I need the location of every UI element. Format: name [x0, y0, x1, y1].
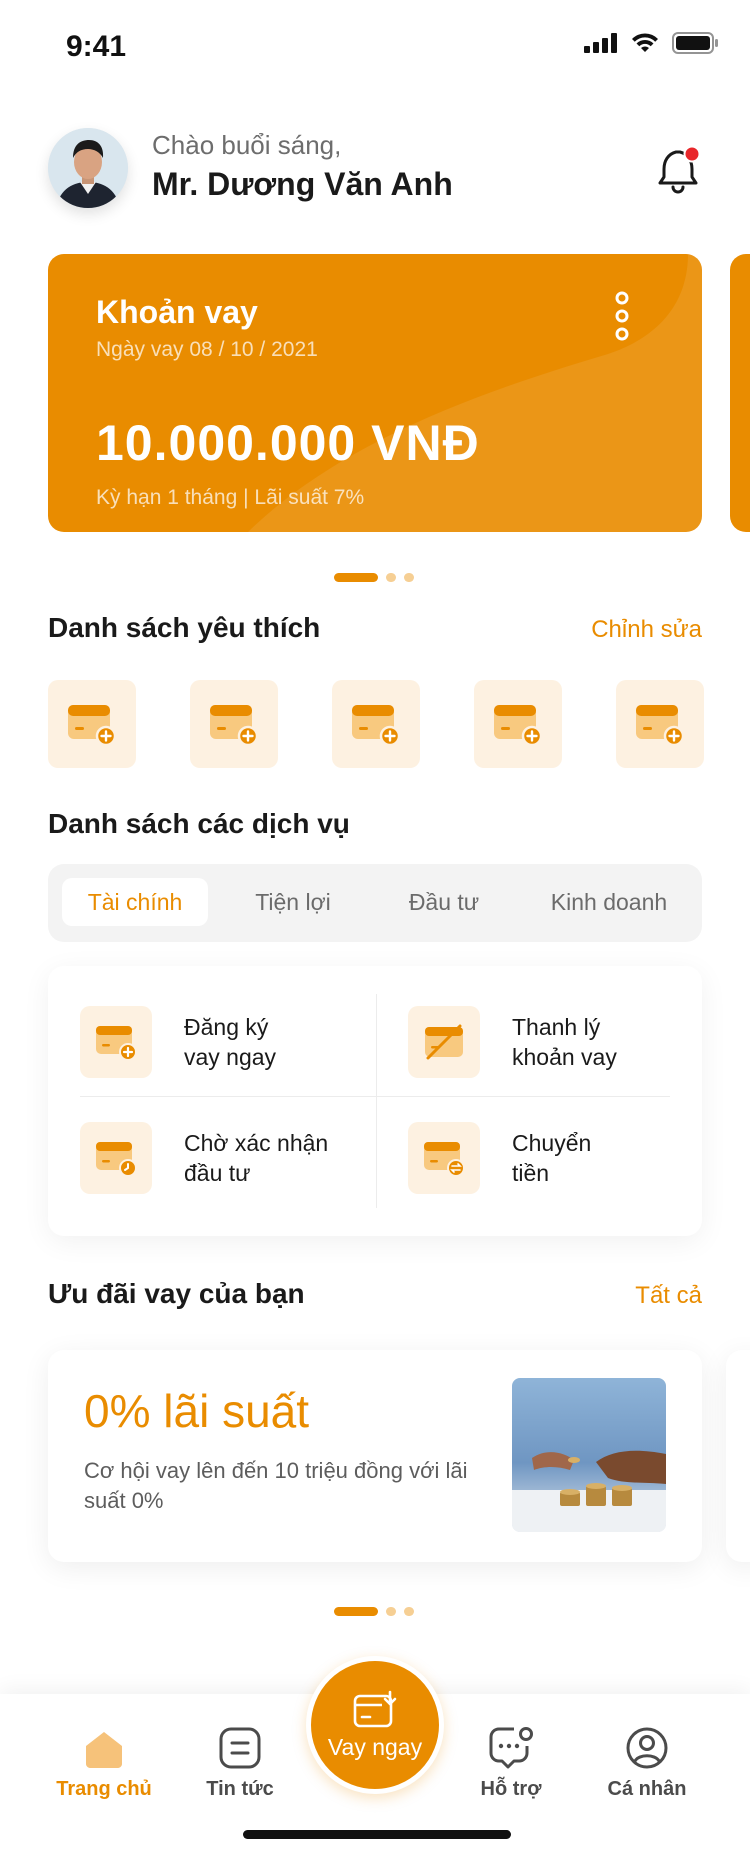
bell-icon — [658, 145, 701, 194]
card-add-icon — [352, 705, 401, 747]
chat-support-icon — [489, 1727, 533, 1769]
service-label-line: Chờ xác nhận — [184, 1130, 329, 1156]
nav-profile[interactable]: Cá nhân — [587, 1726, 707, 1801]
service-label-line: đầu tư — [184, 1160, 251, 1186]
favorite-slot-4[interactable] — [474, 680, 562, 768]
service-icon-tile — [80, 1006, 152, 1078]
borrow-now-label: Vay ngay — [327, 1733, 423, 1760]
tab-business[interactable]: Kinh doanh — [526, 878, 692, 926]
loan-card-download-icon — [353, 1690, 397, 1727]
service-label-line: Chuyển — [512, 1130, 592, 1156]
favorite-slot-3[interactable] — [332, 680, 420, 768]
nav-home[interactable]: Trang chủ — [44, 1726, 164, 1801]
card-slash-icon — [425, 1024, 463, 1060]
carousel-dot — [404, 573, 414, 582]
nav-news-label: Tin tức — [206, 1778, 274, 1800]
nav-profile-label: Cá nhân — [607, 1778, 687, 1800]
service-label: Đăng ký vay ngay — [184, 1012, 276, 1072]
home-indicator[interactable] — [243, 1830, 511, 1839]
card-transfer-icon — [424, 1142, 465, 1177]
carousel-dot — [386, 1607, 396, 1616]
loan-card-title: Khoản vay — [96, 294, 258, 330]
loan-terms: Kỳ hạn 1 tháng | Lãi suất 7% — [96, 486, 365, 509]
service-register-loan[interactable]: Đăng ký vay ngay — [80, 994, 370, 1090]
nav-support-label: Hỗ trợ — [480, 1778, 542, 1800]
services-title: Danh sách các dịch vụ — [48, 808, 350, 839]
service-settle-loan[interactable]: Thanh lý khoản vay — [408, 994, 698, 1090]
next-promo-card-peek[interactable] — [726, 1350, 750, 1562]
favorite-slot-5[interactable] — [616, 680, 704, 768]
greeting-text: Chào buổi sáng, — [152, 130, 342, 160]
coins-photo-image — [512, 1378, 666, 1532]
card-add-icon — [494, 705, 543, 747]
service-label-line: tiền — [512, 1160, 550, 1186]
more-vertical-icon — [615, 291, 629, 341]
service-label: Chuyển tiền — [512, 1128, 591, 1188]
nav-support[interactable]: Hỗ trợ — [451, 1726, 571, 1801]
carousel-dot — [386, 573, 396, 582]
service-pending-investment[interactable]: Chờ xác nhận đầu tư — [80, 1110, 370, 1206]
promo-headline: 0% lãi suất — [84, 1385, 310, 1437]
services-divider-horizontal — [80, 1096, 670, 1097]
loan-date: Ngày vay 08 / 10 / 2021 — [96, 338, 318, 361]
nav-home-label: Trang chủ — [56, 1778, 152, 1800]
tab-investment[interactable]: Đầu tư — [374, 878, 514, 926]
edit-favorites-link[interactable]: Chỉnh sửa — [591, 616, 702, 644]
see-all-offers-link[interactable]: Tất cả — [635, 1282, 702, 1310]
service-transfer-money[interactable]: Chuyển tiền — [408, 1110, 698, 1206]
user-name: Mr. Dương Văn Anh — [152, 166, 453, 202]
tab-finance[interactable]: Tài chính — [62, 878, 208, 926]
service-label-line: Thanh lý — [512, 1014, 601, 1040]
service-icon-tile — [408, 1006, 480, 1078]
promo-description: Cơ hội vay lên đến 10 triệu đồng với lãi… — [84, 1458, 468, 1513]
avatar[interactable] — [48, 128, 128, 208]
service-label: Thanh lý khoản vay — [512, 1012, 617, 1072]
card-add-icon — [96, 1026, 137, 1061]
promo-carousel-indicator — [334, 1607, 414, 1616]
service-icon-tile — [80, 1122, 152, 1194]
service-label-line: Đăng ký — [184, 1014, 269, 1040]
loan-card[interactable]: Khoản vay Ngày vay 08 / 10 / 2021 10.000… — [48, 254, 702, 532]
tab-convenience[interactable]: Tiện lợi — [218, 878, 368, 926]
card-add-icon — [210, 705, 259, 747]
loan-carousel-indicator — [334, 573, 414, 582]
carousel-dot — [404, 1607, 414, 1616]
card-clock-icon — [96, 1142, 137, 1177]
promo-card[interactable]: 0% lãi suất Cơ hội vay lên đến 10 triệu … — [48, 1350, 702, 1562]
service-label-line: khoản vay — [512, 1044, 617, 1070]
services-divider-vertical — [376, 994, 377, 1208]
favorites-title: Danh sách yêu thích — [48, 612, 321, 643]
favorite-slot-1[interactable] — [48, 680, 136, 768]
notification-button[interactable] — [656, 144, 704, 196]
home-icon — [86, 1732, 122, 1768]
favorites-list — [48, 680, 748, 768]
promo-image — [512, 1378, 666, 1532]
battery-icon — [672, 32, 718, 54]
carousel-dot-active — [334, 1607, 378, 1616]
offers-title: Ưu đãi vay của bạn — [48, 1278, 305, 1309]
notification-dot — [683, 145, 701, 163]
loan-amount: 10.000.000 VNĐ — [96, 415, 480, 471]
carousel-dot-active — [334, 573, 378, 582]
news-icon — [219, 1727, 261, 1769]
status-icons — [584, 32, 718, 54]
service-label: Chờ xác nhận đầu tư — [184, 1128, 328, 1188]
more-options-button[interactable] — [610, 290, 634, 342]
wifi-icon — [632, 33, 658, 52]
cellular-signal-icon — [584, 33, 617, 53]
favorite-slot-2[interactable] — [190, 680, 278, 768]
status-time: 9:41 — [66, 30, 127, 63]
card-add-icon — [636, 705, 685, 747]
service-label-line: vay ngay — [184, 1044, 277, 1070]
next-loan-card-peek[interactable] — [730, 254, 750, 532]
user-profile-icon — [626, 1727, 668, 1769]
service-icon-tile — [408, 1122, 480, 1194]
nav-news[interactable]: Tin tức — [180, 1726, 300, 1801]
user-avatar-image — [48, 128, 128, 208]
service-tabs: Tài chính Tiện lợi Đầu tư Kinh doanh — [48, 864, 702, 942]
borrow-now-button[interactable]: Vay ngay — [306, 1656, 444, 1794]
services-card: Đăng ký vay ngay Thanh lý khoản vay Chờ … — [48, 966, 702, 1236]
card-add-icon — [68, 705, 117, 747]
